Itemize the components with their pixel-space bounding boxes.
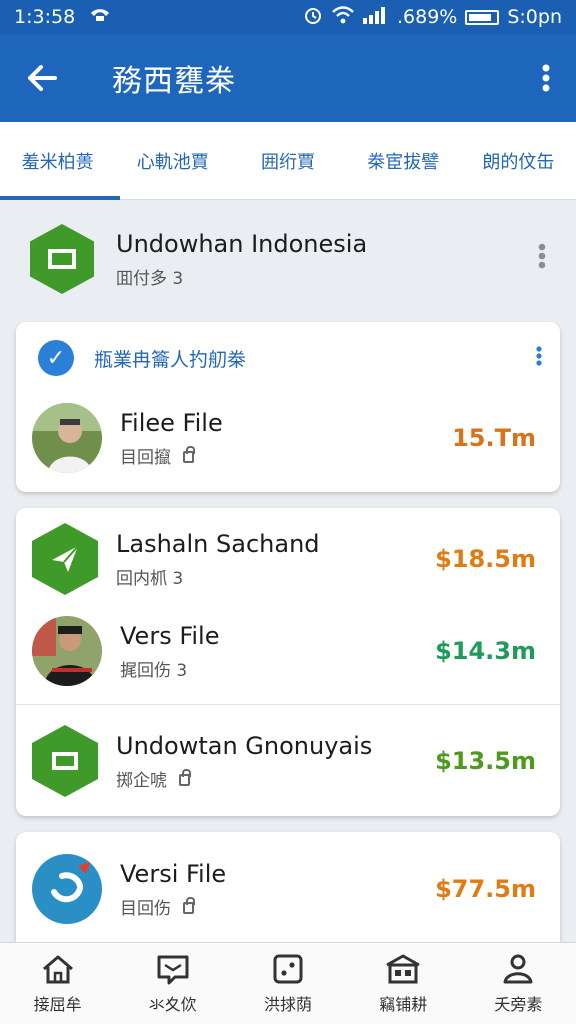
- lock-icon: [183, 897, 195, 914]
- battery-icon: [465, 9, 500, 25]
- logo-glyph: [52, 752, 78, 770]
- battery-percent: .689%: [396, 6, 458, 28]
- building-icon: [386, 954, 420, 983]
- item-sub: 目回攛: [120, 447, 171, 468]
- item-sub: 掷企唬: [116, 770, 167, 791]
- bottom-nav: 接屈牟 氺夊佽 洪捄荫 竊铺耕 夭旁素: [0, 942, 576, 1024]
- company-header[interactable]: Undowhan Indonesia 囬付多 3: [0, 214, 576, 304]
- nav-item-buildings[interactable]: 竊铺耕: [346, 943, 461, 1024]
- status-time: 1:3:58: [14, 6, 76, 28]
- home-icon: [42, 955, 73, 983]
- paper-plane-icon: [52, 545, 79, 572]
- page-title: 務西甕桊: [112, 64, 236, 99]
- back-button[interactable]: [0, 34, 84, 122]
- check-circle-icon: ✓: [38, 340, 74, 376]
- back-arrow-icon: [28, 65, 57, 91]
- item-name: Lashaln Sachand: [116, 529, 320, 558]
- tab-2[interactable]: 心軌池賈: [115, 148, 230, 174]
- list-item[interactable]: Vers File 捤回伤 3 $14.3m: [16, 608, 560, 694]
- hexagon-logo-icon: [32, 523, 98, 595]
- nav-item-games[interactable]: 洪捄荫: [230, 943, 345, 1024]
- list-item[interactable]: Versi File 目回伤 $77.5m: [16, 844, 560, 934]
- item-amount: $18.5m: [435, 545, 536, 573]
- person-icon: [503, 954, 533, 983]
- company-sub: 囬付多 3: [116, 268, 184, 289]
- status-clock: S:0pn: [507, 6, 562, 28]
- logo-glyph: [48, 249, 76, 269]
- tab-5[interactable]: 朗的伩缶: [461, 148, 576, 174]
- nav-item-profile[interactable]: 夭旁素: [461, 943, 576, 1024]
- card-list-2: Versi File 目回伤 $77.5m: [16, 832, 560, 942]
- alarm-icon: [303, 5, 323, 30]
- nav-item-home[interactable]: 接屈牟: [0, 943, 115, 1024]
- nav-label: 氺夊佽: [148, 994, 197, 1014]
- signal-icon: [362, 6, 389, 29]
- nav-label: 接屈牟: [33, 994, 82, 1014]
- message-icon: [157, 955, 189, 984]
- item-name: Vers File: [120, 621, 220, 650]
- tab-4[interactable]: 桊宦拔譬: [346, 148, 461, 174]
- app-bar: 務西甕桊: [0, 34, 576, 122]
- nav-item-messages[interactable]: 氺夊佽: [115, 943, 230, 1024]
- card-header[interactable]: ✓ 瓶業冉籥人扚舠桊: [16, 334, 560, 382]
- sync-logo-icon: [32, 854, 102, 924]
- lock-icon: [179, 769, 191, 786]
- nav-label: 洪捄荫: [264, 994, 313, 1014]
- content-area[interactable]: Undowhan Indonesia 囬付多 3 ✓ 瓶業冉籥人扚舠桊 File…: [0, 200, 576, 942]
- more-options-button[interactable]: [516, 34, 576, 122]
- item-amount: 15.Tm: [452, 424, 536, 452]
- item-sub: 捤回伤 3: [120, 660, 188, 681]
- item-sub: 目回伤: [120, 898, 171, 919]
- card-selected-group: ✓ 瓶業冉籥人扚舠桊 Filee File 目回攛 15.Tm: [16, 322, 560, 492]
- phone-icon: [89, 6, 111, 28]
- item-name: Filee File: [120, 408, 223, 437]
- more-vert-icon: [538, 243, 546, 268]
- hexagon-logo-icon: [32, 725, 98, 797]
- item-name: Versi File: [120, 859, 227, 888]
- list-item[interactable]: Filee File 目回攛 15.Tm: [16, 394, 560, 482]
- company-name: Undowhan Indonesia: [116, 229, 368, 258]
- nav-label: 夭旁素: [494, 994, 543, 1014]
- status-bar: 1:3:58 .689% S:0pn: [0, 0, 576, 34]
- more-vert-icon: [536, 346, 542, 366]
- tab-bar: 羞米柏蒉 心軌池賈 囲绗賈 桊宦拔譬 朗的伩缶: [0, 122, 576, 200]
- tab-3[interactable]: 囲绗賈: [230, 148, 345, 174]
- nav-label: 竊铺耕: [379, 994, 428, 1014]
- card-title: 瓶業冉籥人扚舠桊: [94, 348, 247, 371]
- card-more-button[interactable]: [536, 344, 542, 372]
- item-amount: $13.5m: [435, 747, 536, 775]
- avatar: [32, 616, 102, 686]
- more-vert-icon: [542, 64, 550, 92]
- tab-1[interactable]: 羞米柏蒉: [0, 148, 115, 174]
- lock-icon: [183, 446, 195, 463]
- item-name: Undowtan Gnonuyais: [116, 731, 373, 760]
- dice-icon: [273, 954, 303, 983]
- hexagon-logo-icon: [30, 224, 94, 294]
- item-sub: 回内枛 3: [116, 568, 184, 589]
- wifi-icon: [331, 5, 355, 29]
- header-more-button[interactable]: [538, 243, 546, 276]
- card-list: Lashaln Sachand 回内枛 3 $18.5m Vers File 捤…: [16, 508, 560, 816]
- item-amount: $14.3m: [435, 637, 536, 665]
- item-amount: $77.5m: [435, 875, 536, 903]
- divider: [16, 704, 560, 705]
- list-item[interactable]: Lashaln Sachand 回内枛 3 $18.5m: [16, 516, 560, 602]
- avatar: [32, 403, 102, 473]
- list-item[interactable]: Undowtan Gnonuyais 掷企唬 $13.5m: [16, 714, 560, 808]
